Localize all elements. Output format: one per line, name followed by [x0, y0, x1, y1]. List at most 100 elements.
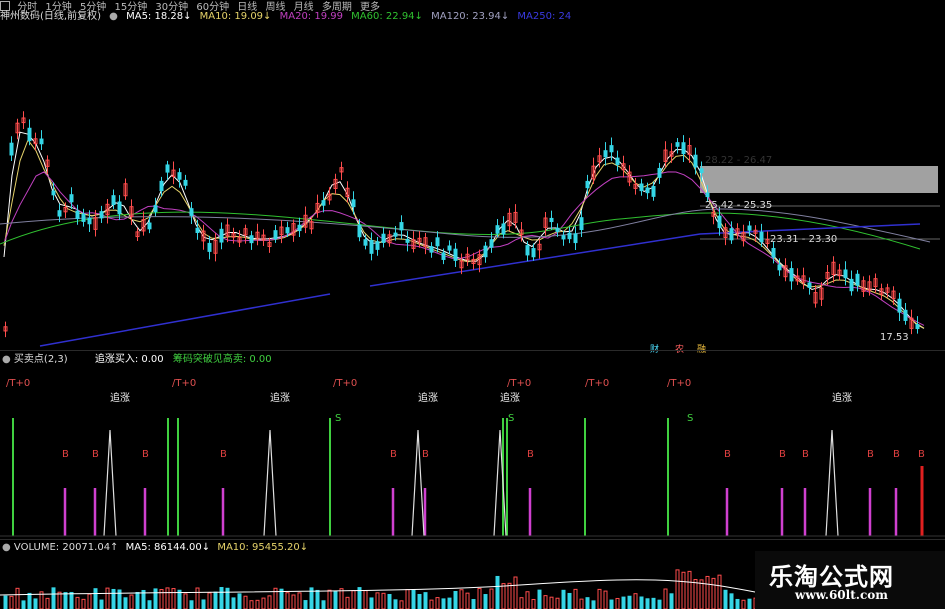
ma250-value: MA250: 24 — [517, 11, 572, 22]
resistance-band — [700, 166, 938, 193]
volume-bar — [255, 599, 260, 609]
volume-bar — [363, 590, 368, 609]
candle — [57, 210, 62, 217]
volume-bar — [393, 599, 398, 609]
candle — [651, 185, 656, 197]
volume-bar — [615, 597, 620, 609]
candle — [435, 237, 440, 247]
buy-label: B — [527, 449, 534, 460]
candle — [717, 215, 722, 229]
volume-bar — [105, 587, 110, 609]
volume-bar — [153, 588, 158, 609]
volume-bar — [387, 593, 392, 609]
event-marker[interactable]: 农 — [675, 342, 684, 355]
volume-bar — [549, 596, 554, 609]
candle — [789, 268, 794, 282]
candle — [639, 183, 644, 192]
candle — [585, 180, 590, 189]
volume-bar — [657, 599, 662, 609]
candle — [441, 252, 446, 260]
watermark-url: www.60lt.com — [795, 588, 888, 602]
candle — [219, 228, 224, 243]
t0-label: /T+0 — [6, 378, 31, 389]
candle — [573, 233, 578, 244]
buy-label: B — [220, 449, 227, 460]
band3-label: 23.31 - 23.30 — [770, 234, 838, 245]
candle — [207, 242, 212, 252]
volume-bar — [249, 600, 254, 609]
volume-bar — [405, 589, 410, 609]
candle — [159, 180, 164, 192]
panel-divider — [0, 350, 945, 351]
volume-bar — [321, 600, 326, 609]
t0-label: /T+0 — [585, 378, 610, 389]
window-icon[interactable] — [0, 1, 10, 11]
candle — [399, 222, 404, 231]
candle — [489, 239, 494, 248]
candle — [363, 239, 368, 246]
volume-bar — [51, 587, 56, 609]
candle — [759, 231, 764, 243]
candle — [699, 168, 704, 174]
volume-bar — [441, 598, 446, 609]
volume-bar — [339, 588, 344, 609]
volume-bar — [135, 591, 140, 609]
candle — [87, 217, 92, 225]
volume-bar — [495, 575, 500, 609]
volume-bar — [585, 597, 590, 609]
candle — [549, 217, 554, 223]
band2-label: 25.42 - 25.35 — [705, 200, 773, 211]
candle — [9, 142, 14, 156]
event-marker[interactable]: 财 — [650, 342, 659, 355]
candle — [483, 245, 488, 258]
kline-chart[interactable] — [0, 24, 945, 349]
ma5-value: MA5: 18.28↓ — [126, 11, 192, 22]
volume-bar — [261, 597, 266, 609]
event-marker[interactable]: 融 — [697, 342, 706, 355]
volume-bar — [537, 589, 542, 609]
volume-bar — [33, 598, 38, 609]
indicator-title: 买卖点(2,3) — [13, 354, 68, 365]
volume-bar — [231, 597, 236, 609]
chase-label: 追涨 — [110, 393, 130, 404]
candle — [75, 210, 80, 220]
candle — [531, 248, 536, 258]
candle — [357, 224, 362, 238]
candle — [903, 309, 908, 321]
candle — [771, 247, 776, 258]
candle — [177, 172, 182, 180]
candle — [69, 194, 74, 203]
volume-bar — [471, 599, 476, 609]
t0-label: /T+0 — [667, 378, 692, 389]
candle — [855, 273, 860, 286]
buy-label: B — [918, 449, 925, 460]
volume-bar — [645, 598, 650, 609]
candle — [579, 217, 584, 231]
volume-bar — [543, 595, 548, 609]
volume-bar — [27, 592, 32, 609]
volume-bar — [525, 591, 530, 609]
volume-bar — [213, 591, 218, 609]
peak-marker — [825, 429, 839, 537]
volume-bar — [663, 588, 668, 609]
chase-label: 追涨 — [418, 393, 438, 404]
candle — [351, 199, 356, 208]
volume-bar — [417, 593, 422, 609]
volume-bar — [201, 599, 206, 609]
volume-bar — [621, 596, 626, 609]
candle — [189, 208, 194, 216]
peak-marker — [263, 429, 277, 537]
volume-bar — [423, 592, 428, 609]
t0-label: /T+0 — [172, 378, 197, 389]
volume-bar — [219, 587, 224, 609]
candle — [453, 248, 458, 261]
volume-bar — [45, 597, 50, 609]
volume-bar — [3, 595, 8, 609]
candle — [603, 150, 608, 158]
candle — [675, 142, 680, 147]
candle — [645, 187, 650, 194]
volume-bar — [315, 589, 320, 609]
volume-bar — [63, 592, 68, 609]
volume-bar — [447, 597, 452, 609]
volume-bar — [375, 592, 380, 609]
